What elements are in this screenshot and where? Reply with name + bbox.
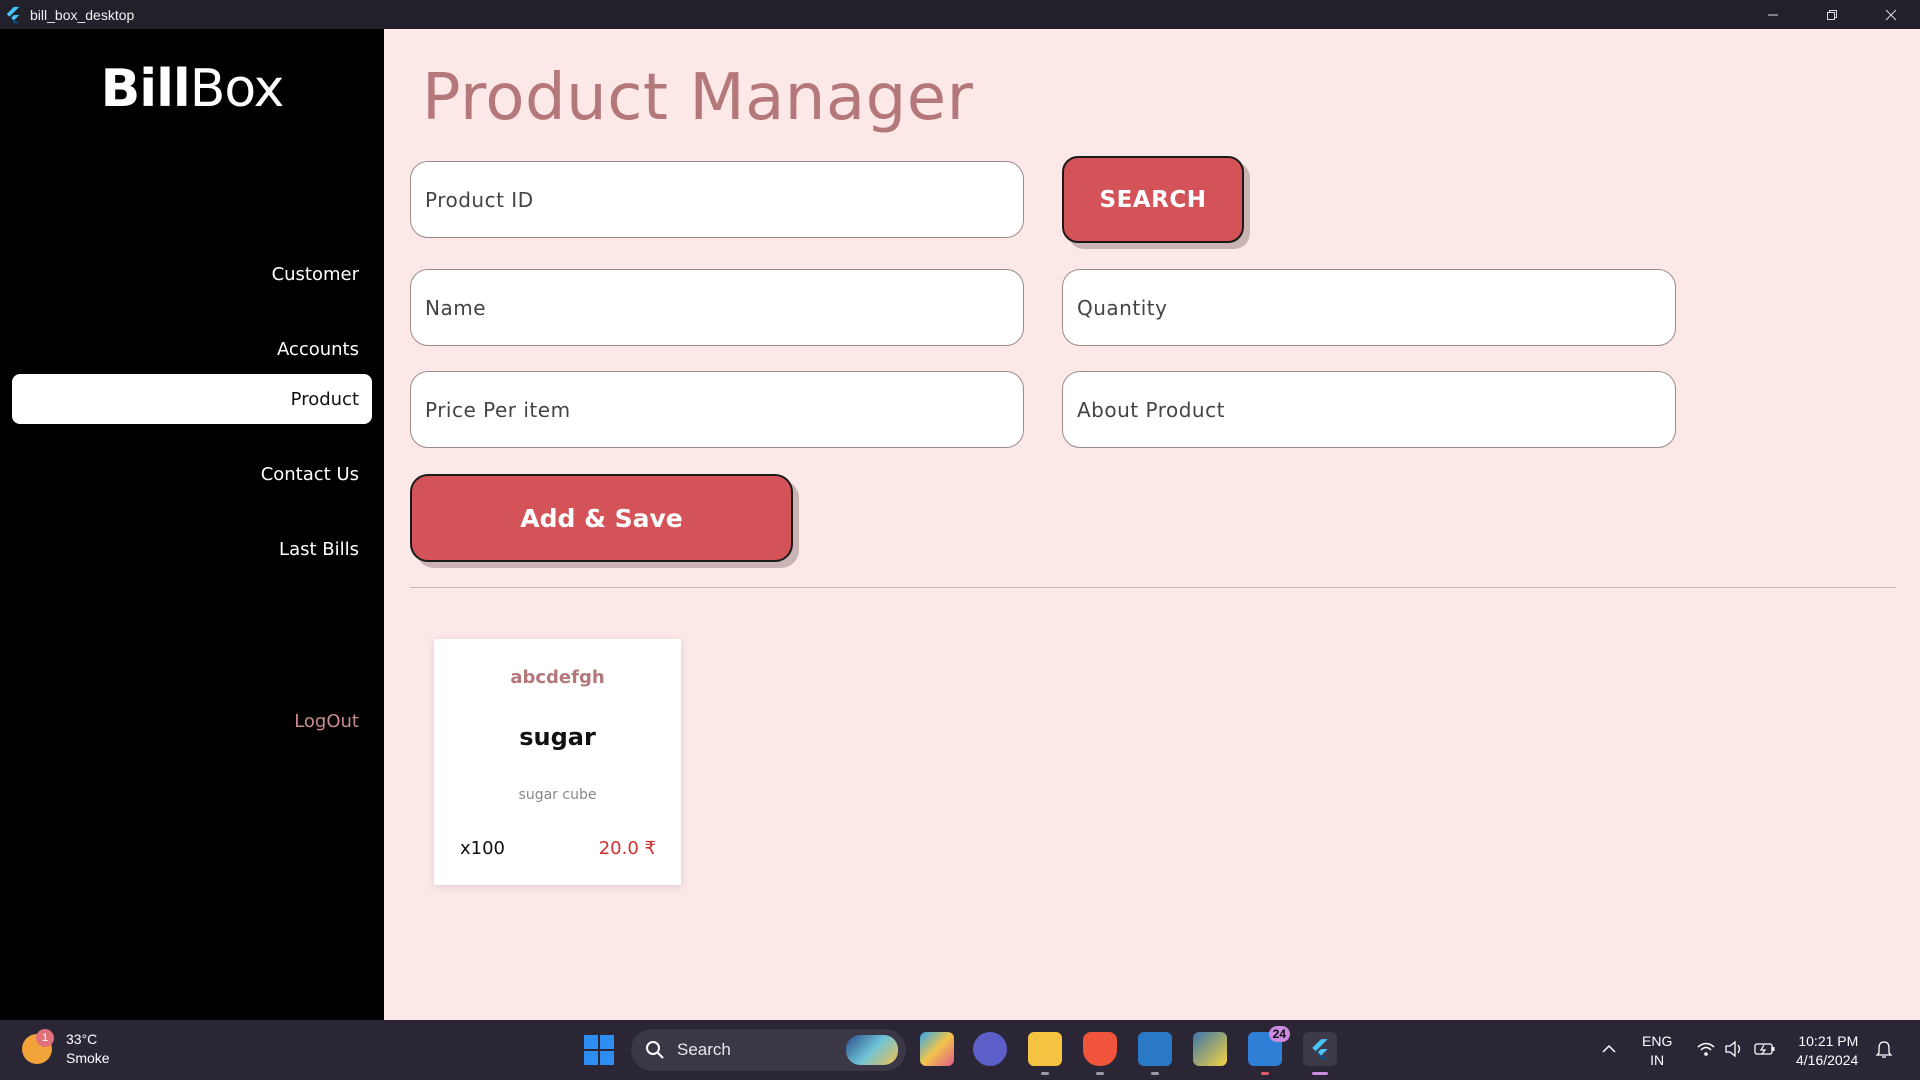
sidebar-item-contact-us[interactable]: Contact Us [12,449,372,499]
sidebar-item-label: Contact Us [260,463,359,485]
running-indicator [1261,1072,1269,1075]
taskbar-search[interactable]: Search [631,1029,906,1071]
minimize-button[interactable] [1743,0,1802,29]
product-card-id: abcdefgh [510,667,605,688]
price-input[interactable] [411,372,1023,447]
flutter-logo-icon [1312,1039,1328,1059]
close-button[interactable] [1861,0,1920,29]
close-icon [1885,9,1896,20]
sidebar-item-label: Accounts [276,338,359,360]
volume-icon[interactable] [1724,1040,1744,1058]
battery-icon[interactable] [1754,1041,1776,1057]
teams-icon[interactable] [973,1032,1007,1066]
vscode-icon[interactable] [1138,1032,1172,1066]
start-button[interactable] [584,1035,614,1065]
name-input[interactable] [411,270,1023,345]
running-indicator [1041,1072,1049,1075]
window-controls [1743,0,1920,29]
restore-icon [1826,9,1837,20]
running-indicator [1151,1072,1159,1075]
weather-badge: 1 [36,1029,54,1047]
copilot-icon[interactable] [920,1032,954,1066]
product-card-price: 20.0 ₹ [598,838,656,859]
sidebar-item-accounts[interactable]: Accounts [12,324,372,374]
taskbar: 1 33°C Smoke Search 24 ENG IN 10:21 PM 4… [0,1020,1920,1080]
sidebar-item-customer[interactable]: Customer [12,249,372,299]
file-explorer-icon[interactable] [1028,1032,1062,1066]
search-highlight-image [846,1035,898,1065]
system-clock[interactable]: 10:21 PM 4/16/2024 [1796,1032,1858,1070]
todo-icon[interactable]: 24 [1248,1026,1290,1066]
sidebar-item-label: Last Bills [279,538,359,560]
sidebar-item-label: Customer [271,263,359,285]
clock-date: 4/16/2024 [1796,1052,1859,1068]
weather-temp: 33°C [66,1031,98,1047]
language-region: IN [1650,1052,1665,1068]
search-button[interactable]: SEARCH [1062,156,1244,243]
weather-condition: Smoke [66,1050,110,1066]
wifi-icon[interactable] [1696,1040,1716,1058]
language-indicator[interactable]: ENG IN [1642,1032,1672,1070]
divider [410,587,1896,588]
active-indicator [1312,1072,1328,1075]
quantity-input[interactable] [1063,270,1675,345]
language-code: ENG [1642,1033,1673,1049]
quantity-field [1062,269,1676,346]
product-id-input[interactable] [411,162,1023,237]
weather-icon: 1 [22,1029,54,1064]
running-indicator [1096,1072,1104,1075]
clock-time: 10:21 PM [1798,1033,1859,1049]
product-id-field [410,161,1024,238]
sidebar-item-last-bills[interactable]: Last Bills [12,524,372,574]
price-field [410,371,1024,448]
name-field [410,269,1024,346]
weather-widget[interactable]: 1 33°C Smoke [22,1029,110,1068]
windows-logo-icon [584,1035,598,1049]
logout-link[interactable]: LogOut [294,711,359,732]
window-title: bill_box_desktop [30,6,135,23]
sidebar-item-label: Product [290,388,359,410]
page-title: Product Manager [422,61,974,135]
brave-icon[interactable] [1083,1032,1117,1066]
app-logo: BillBox [0,59,384,119]
window-titlebar: bill_box_desktop [0,0,1920,29]
product-card[interactable]: abcdefgh sugar sugar cube x100 20.0 ₹ [434,639,681,885]
product-card-description: sugar cube [518,787,597,803]
chevron-up-icon[interactable] [1602,1044,1616,1054]
python-icon[interactable] [1193,1032,1227,1066]
search-icon [646,1041,664,1059]
notification-bell-icon[interactable] [1876,1040,1892,1058]
about-field [1062,371,1676,448]
app-badge: 24 [1268,1026,1290,1042]
sidebar-item-product[interactable]: Product [12,374,372,424]
logo-light: Box [189,59,285,119]
sidebar: BillBox Customer Accounts Product Contac… [0,29,384,1020]
product-card-name: sugar [519,723,596,751]
main-content: Product Manager SEARCH Add & Save abcdef… [384,29,1920,1020]
product-card-quantity: x100 [460,838,506,859]
restore-button[interactable] [1802,0,1861,29]
minimize-icon [1767,14,1778,15]
add-save-button[interactable]: Add & Save [410,474,793,562]
flutter-app-icon [6,6,20,23]
taskbar-search-label: Search [677,1040,731,1059]
logo-bold: Bill [100,59,191,119]
about-input[interactable] [1063,372,1675,447]
flutter-icon[interactable] [1303,1032,1337,1066]
